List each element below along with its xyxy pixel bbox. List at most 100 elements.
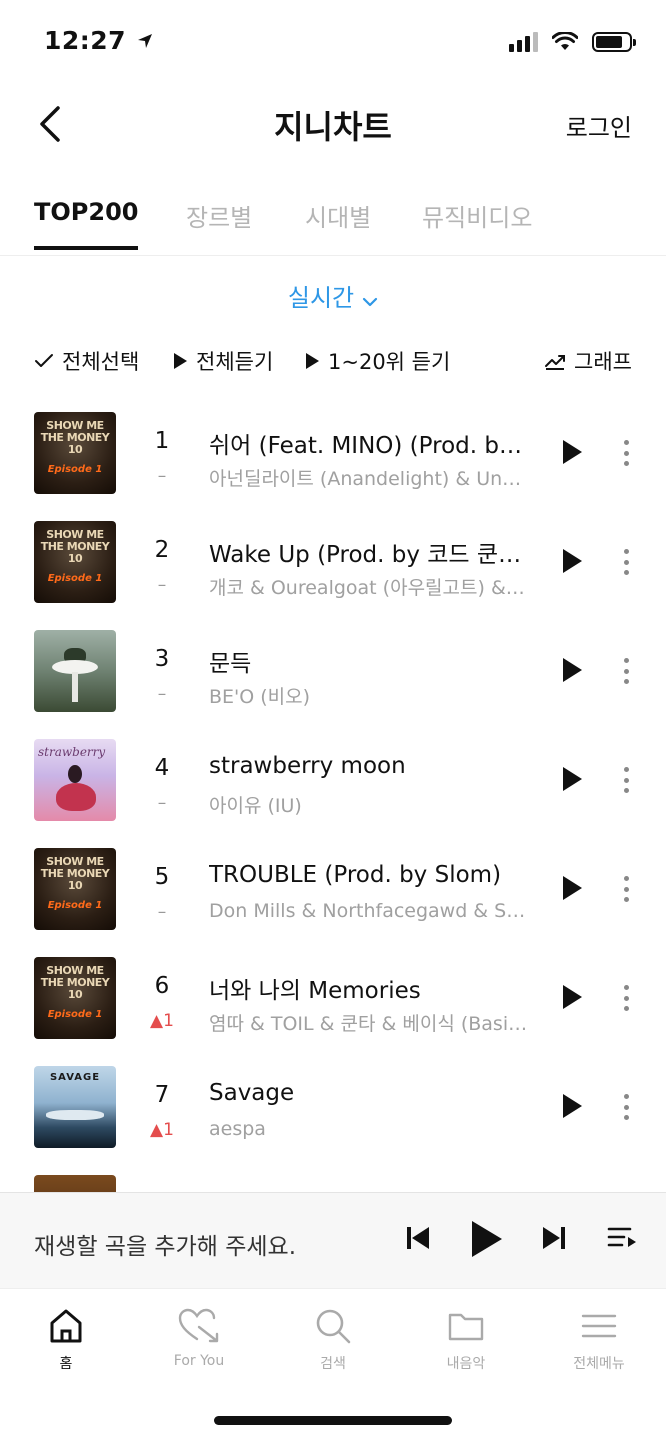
tab-top200[interactable]: TOP200	[34, 198, 139, 250]
mini-play-button[interactable]	[468, 1219, 504, 1263]
select-all-button[interactable]: 전체선택	[34, 346, 139, 376]
nav-all-menu[interactable]: 전체메뉴	[549, 1307, 649, 1373]
tab-era[interactable]: 시대별	[305, 198, 371, 257]
status-time-text: 12:27	[44, 26, 127, 55]
song-artist[interactable]: 염따 & TOIL & 쿤타 & 베이식 (Basi…	[209, 1009, 529, 1036]
song-title[interactable]: strawberry moon	[209, 753, 533, 779]
graph-button[interactable]: 그래프	[544, 346, 632, 376]
play-icon	[563, 985, 582, 1009]
chart-list: SHOW ME THE MONEY 10 Episode 1 1 – 쉬어 (F…	[0, 412, 666, 1192]
next-track-button[interactable]	[540, 1223, 568, 1257]
song-artist[interactable]: BE'O (비오)	[209, 682, 529, 709]
nav-search-label: 검색	[320, 1356, 346, 1372]
graph-label: 그래프	[574, 350, 632, 374]
more-options-button[interactable]	[612, 872, 640, 906]
nav-all-menu-label: 전체메뉴	[573, 1356, 625, 1372]
play-icon	[472, 1221, 502, 1257]
rank-number: 5	[154, 864, 170, 890]
song-artist[interactable]: 아이유 (IU)	[209, 791, 529, 818]
album-cover[interactable]	[34, 630, 116, 712]
song-title[interactable]: 너와 나의 Memories	[209, 971, 533, 1005]
play-button[interactable]	[560, 983, 588, 1013]
song-artist[interactable]: 개코 & Ourealgoat (아우릴고트) &…	[209, 573, 529, 600]
play-button[interactable]	[560, 874, 588, 904]
nav-home[interactable]: 홈	[16, 1307, 116, 1373]
cover-logo-text: SHOW ME THE MONEY 10	[40, 964, 110, 1001]
play-icon	[563, 1094, 582, 1118]
play-button[interactable]	[560, 656, 588, 686]
status-time: 12:27	[44, 26, 153, 55]
play-button[interactable]	[560, 1092, 588, 1122]
skip-next-icon	[543, 1227, 565, 1249]
header: 지니차트 로그인	[0, 90, 666, 158]
play-button[interactable]	[560, 547, 588, 577]
nav-my-music-label: 내음악	[446, 1356, 486, 1372]
more-options-button[interactable]	[612, 545, 640, 579]
playlist-button[interactable]	[606, 1223, 638, 1257]
mini-player-message: 재생할 곡을 추가해 주세요.	[34, 1234, 297, 1260]
more-options-button[interactable]	[612, 763, 640, 797]
mini-player: 재생할 곡을 추가해 주세요.	[0, 1192, 666, 1288]
login-button[interactable]: 로그인	[566, 108, 632, 143]
playlist-icon	[607, 1227, 636, 1247]
nav-search[interactable]: 검색	[283, 1307, 383, 1373]
play-top20-button[interactable]: 1~20위 듣기	[304, 346, 450, 376]
play-button[interactable]	[560, 765, 588, 795]
cover-episode-text: Episode 1	[47, 1009, 103, 1020]
rank-number: 3	[154, 646, 170, 672]
album-cover[interactable]	[34, 1175, 116, 1192]
menu-icon	[581, 1314, 617, 1338]
song-title[interactable]: Wake Up (Prod. by 코드 쿤…	[209, 535, 533, 569]
song-title[interactable]: 쉬어 (Feat. MINO) (Prod. by…	[209, 426, 533, 460]
chart-row[interactable]: SAVAGE 7 ▲1 Savage aespa	[0, 1066, 666, 1176]
song-artist[interactable]: Don Mills & Northfacegawd & S…	[209, 900, 529, 922]
rank-number: 4	[154, 755, 170, 781]
song-title[interactable]: 문득	[209, 644, 533, 678]
more-options-button[interactable]	[612, 654, 640, 688]
tab-genre[interactable]: 장르별	[186, 198, 252, 257]
previous-track-button[interactable]	[404, 1223, 432, 1257]
more-options-button[interactable]	[612, 981, 640, 1015]
rank-change: –	[157, 793, 167, 813]
song-artist[interactable]: 아넌딜라이트 (Anandelight) & Un…	[209, 464, 529, 491]
rank-number: 7	[154, 1082, 170, 1108]
song-title[interactable]: TROUBLE (Prod. by Slom)	[209, 862, 533, 888]
more-options-button[interactable]	[612, 1090, 640, 1124]
song-title[interactable]: Savage	[209, 1080, 533, 1106]
chart-row[interactable]: 3 – 문득 BE'O (비오)	[0, 630, 666, 740]
rank-number: 2	[154, 537, 170, 563]
chart-row[interactable]	[0, 1175, 666, 1192]
cover-logo-text: SHOW ME THE MONEY 10	[40, 528, 110, 565]
nav-my-music[interactable]: 내음악	[416, 1307, 516, 1373]
album-cover[interactable]: SHOW ME THE MONEY 10 Episode 1	[34, 412, 116, 494]
skip-previous-icon	[407, 1227, 429, 1249]
chart-row[interactable]: SHOW ME THE MONEY 10 Episode 1 6 ▲1 너와 나…	[0, 957, 666, 1067]
more-options-button[interactable]	[612, 436, 640, 470]
album-cover[interactable]: SHOW ME THE MONEY 10 Episode 1	[34, 848, 116, 930]
cellular-signal-icon	[509, 30, 538, 52]
play-button[interactable]	[560, 438, 588, 468]
chart-row[interactable]: strawberry 4 – strawberry moon 아이유 (IU)	[0, 739, 666, 849]
home-indicator[interactable]	[214, 1416, 452, 1425]
album-cover[interactable]: SHOW ME THE MONEY 10 Episode 1	[34, 521, 116, 603]
chart-row[interactable]: SHOW ME THE MONEY 10 Episode 1 1 – 쉬어 (F…	[0, 412, 666, 522]
album-cover[interactable]: SHOW ME THE MONEY 10 Episode 1	[34, 957, 116, 1039]
chevron-down-icon	[362, 285, 378, 313]
trend-graph-icon	[545, 355, 566, 370]
chart-row[interactable]: SHOW ME THE MONEY 10 Episode 1 5 – TROUB…	[0, 848, 666, 958]
song-artist[interactable]: aespa	[209, 1118, 529, 1140]
realtime-dropdown[interactable]: 실시간	[0, 278, 666, 313]
rank-change: ▲1	[150, 1120, 174, 1140]
select-all-label: 전체선택	[62, 350, 140, 374]
rank-change: –	[157, 575, 167, 595]
album-cover[interactable]: SAVAGE	[34, 1066, 116, 1148]
album-cover[interactable]: strawberry	[34, 739, 116, 821]
tab-music-video[interactable]: 뮤직비디오	[422, 198, 532, 257]
play-icon	[306, 353, 319, 369]
play-all-button[interactable]: 전체듣기	[172, 346, 273, 376]
realtime-label: 실시간	[287, 284, 355, 312]
play-icon	[563, 767, 582, 791]
cover-episode-text: Episode 1	[47, 464, 103, 475]
nav-for-you[interactable]: For You	[149, 1307, 249, 1369]
chart-row[interactable]: SHOW ME THE MONEY 10 Episode 1 2 – Wake …	[0, 521, 666, 631]
